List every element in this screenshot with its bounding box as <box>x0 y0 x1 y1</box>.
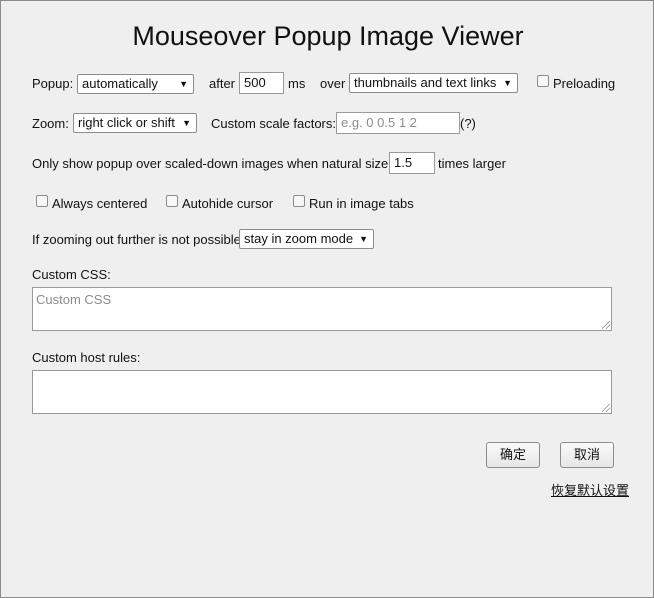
always-centered-label: Always centered <box>52 196 148 211</box>
scale-help-link[interactable]: (?) <box>460 116 476 132</box>
zoom-trigger-select[interactable]: right click or shift ▼ <box>73 113 197 133</box>
triangle-down-icon: ▼ <box>359 234 368 244</box>
popup-target-select[interactable]: thumbnails and text links ▼ <box>349 73 518 93</box>
host-rules-label: Custom host rules: <box>32 350 141 365</box>
times-larger-label: times larger <box>438 156 506 171</box>
zoom-out-value: stay in zoom mode <box>244 231 354 246</box>
triangle-down-icon: ▼ <box>503 78 512 88</box>
run-in-image-tabs-checkbox[interactable] <box>293 195 305 207</box>
autohide-cursor-label: Autohide cursor <box>182 196 274 211</box>
zoom-label: Zoom: <box>32 116 69 131</box>
zoom-out-label: If zooming out further is not possible, <box>32 232 245 247</box>
resize-grip-icon[interactable] <box>602 321 610 329</box>
reset-defaults-link[interactable]: 恢复默认设置 <box>551 480 629 499</box>
resize-grip-icon[interactable] <box>602 404 610 412</box>
custom-css-label: Custom CSS: <box>32 267 111 282</box>
autohide-cursor-checkbox[interactable] <box>166 195 178 207</box>
popup-delay-input[interactable]: 500 <box>239 72 284 94</box>
ms-label: ms <box>288 76 306 91</box>
ok-button[interactable]: 确定 <box>486 442 540 468</box>
settings-dialog: Mouseover Popup Image Viewer Popup: auto… <box>0 0 654 598</box>
after-label: after <box>209 76 236 91</box>
page-title: Mouseover Popup Image Viewer <box>132 21 524 51</box>
triangle-down-icon: ▼ <box>179 79 188 89</box>
preloading-checkbox[interactable] <box>537 75 549 87</box>
always-centered-checkbox[interactable] <box>36 195 48 207</box>
scaled-down-label: Only show popup over scaled-down images … <box>32 156 402 171</box>
run-in-image-tabs-label: Run in image tabs <box>309 196 414 211</box>
over-label: over <box>320 76 346 91</box>
popup-mode-select[interactable]: automatically ▼ <box>77 74 194 94</box>
preloading-label: Preloading <box>553 76 616 91</box>
popup-mode-value: automatically <box>82 76 158 91</box>
scale-threshold-input[interactable]: 1.5 <box>389 152 435 174</box>
zoom-trigger-value: right click or shift <box>78 115 175 130</box>
scale-factors-label: Custom scale factors: <box>211 116 336 131</box>
zoom-out-select[interactable]: stay in zoom mode ▼ <box>239 229 374 249</box>
popup-label: Popup: <box>32 76 74 91</box>
triangle-down-icon: ▼ <box>182 118 191 128</box>
scale-factors-input[interactable]: e.g. 0 0.5 1 2 <box>336 112 460 134</box>
custom-css-textarea[interactable]: Custom CSS <box>32 287 612 331</box>
popup-target-value: thumbnails and text links <box>354 75 497 90</box>
host-rules-textarea[interactable] <box>32 370 612 414</box>
cancel-button[interactable]: 取消 <box>560 442 614 468</box>
custom-css-placeholder: Custom CSS <box>36 292 112 307</box>
